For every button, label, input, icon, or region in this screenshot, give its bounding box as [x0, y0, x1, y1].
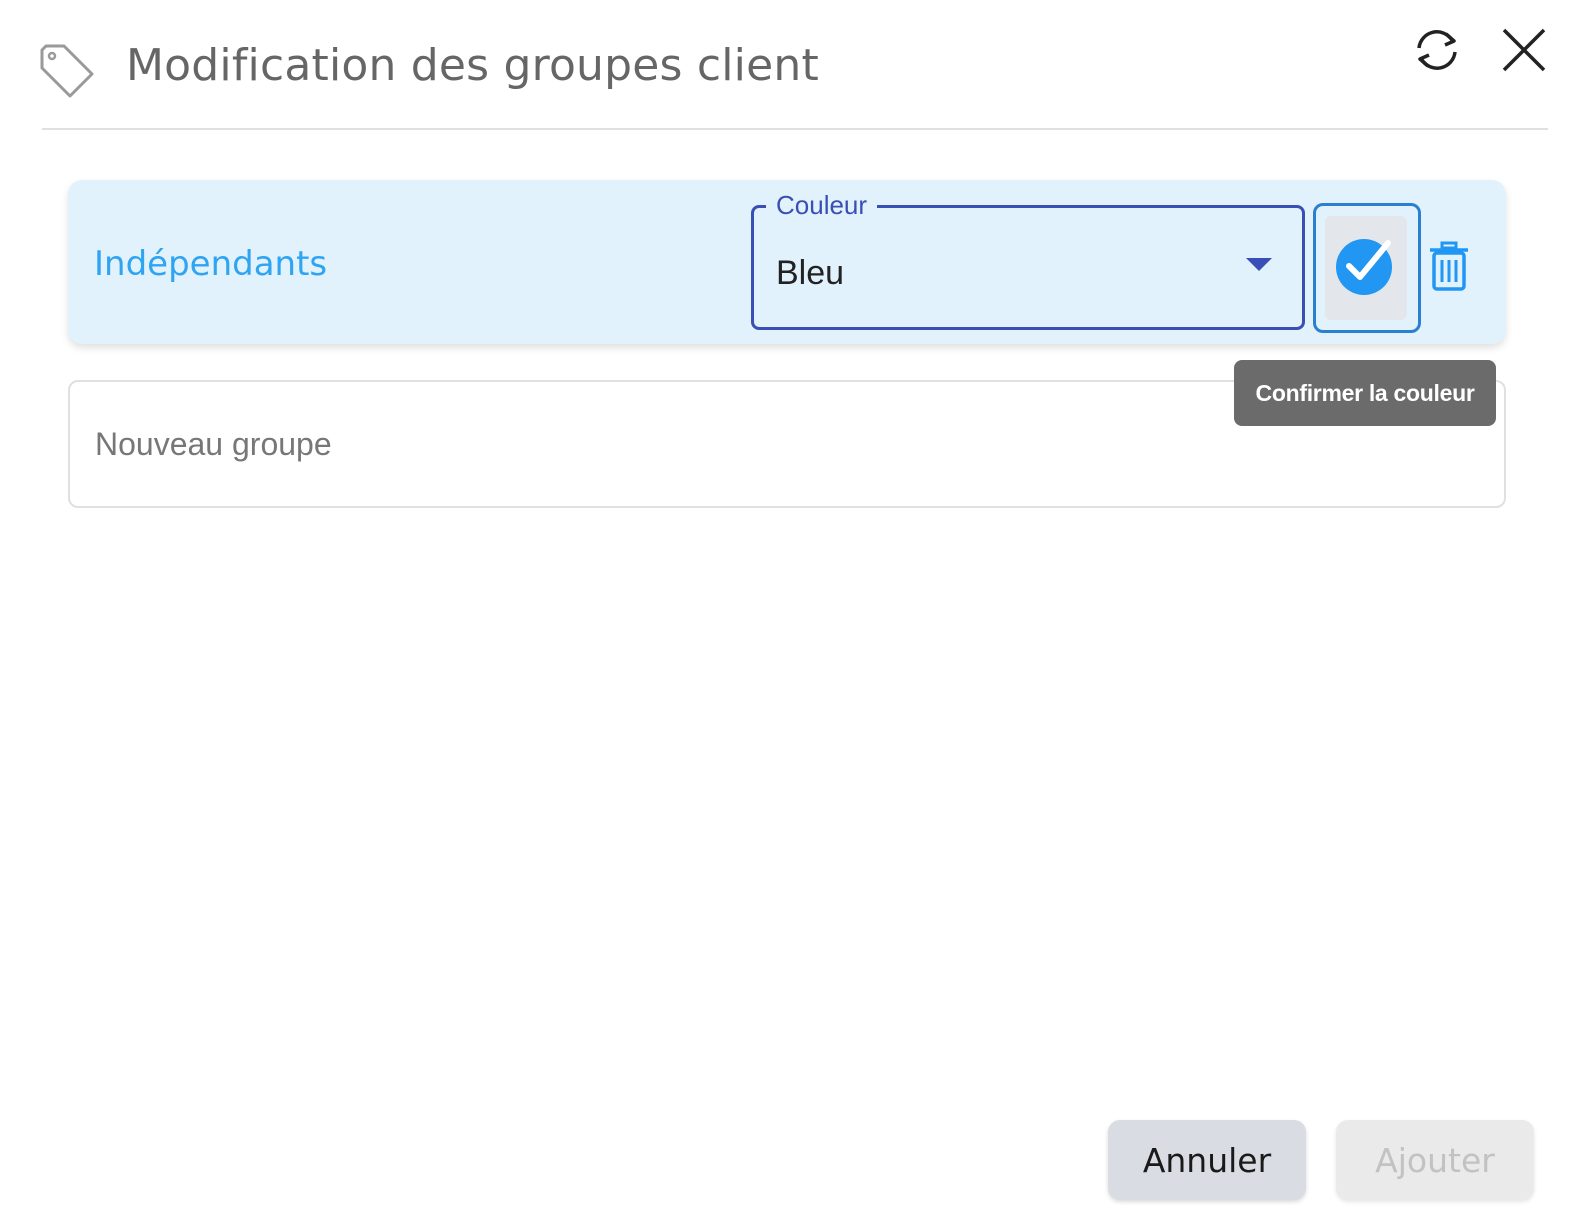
group-name[interactable]: Indépendants: [94, 244, 327, 284]
header-divider: [42, 128, 1548, 130]
color-select-value[interactable]: Bleu: [776, 254, 844, 293]
chevron-down-icon[interactable]: [1246, 258, 1272, 271]
check-circle-icon[interactable]: [1334, 233, 1398, 297]
group-edit-dialog: Modification des groupes client Indépend…: [0, 0, 1578, 1227]
refresh-icon[interactable]: [1408, 24, 1466, 76]
add-button[interactable]: Ajouter: [1336, 1120, 1534, 1200]
cancel-button[interactable]: Annuler: [1108, 1120, 1306, 1200]
confirm-color-tooltip: Confirmer la couleur: [1234, 360, 1496, 426]
color-select-label: Couleur: [766, 190, 878, 221]
close-icon[interactable]: [1496, 22, 1552, 78]
trash-icon[interactable]: [1426, 240, 1472, 292]
dialog-title: Modification des groupes client: [126, 40, 819, 91]
tag-icon: [40, 44, 94, 98]
